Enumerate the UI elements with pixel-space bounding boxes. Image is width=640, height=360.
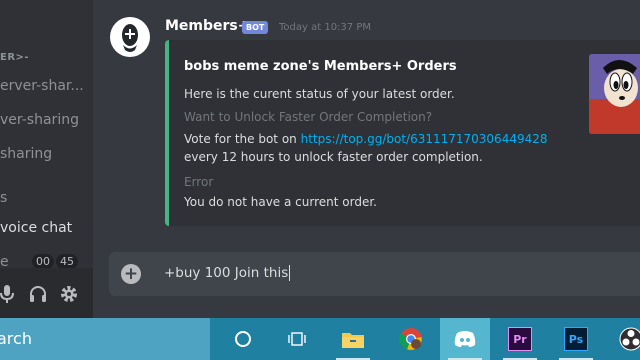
file-explorer-icon[interactable] — [328, 318, 378, 360]
text-caret — [289, 265, 291, 281]
message-input[interactable]: +buy 100 Join this — [164, 265, 291, 281]
task-view-icon[interactable] — [272, 318, 322, 360]
premiere-label: Pr — [508, 327, 532, 351]
message-input-value: +buy 100 Join this — [164, 265, 289, 281]
chat-area: Members+ BOT Today at 10:37 PM bobs meme… — [93, 0, 640, 318]
message-author[interactable]: Members+ — [165, 18, 250, 34]
photoshop-icon[interactable]: Ps — [551, 318, 601, 360]
sidebar-channel-3[interactable]: sharing — [0, 146, 52, 162]
vote-prefix: Vote for the bot on — [184, 132, 301, 146]
bot-avatar[interactable] — [110, 17, 150, 57]
embed-error-value: You do not have a current order. — [184, 195, 377, 209]
embed-vote-suffix: every 12 hours to unlock faster order co… — [184, 150, 483, 164]
gear-icon[interactable] — [58, 283, 80, 305]
chrome-icon[interactable] — [386, 318, 436, 360]
embed-field-name-error: Error — [184, 175, 214, 189]
embed-thumbnail[interactable] — [589, 54, 640, 134]
obs-icon[interactable] — [606, 318, 640, 360]
photoshop-label: Ps — [564, 327, 588, 351]
vote-link[interactable]: https://top.gg/bot/631117170306449428 — [301, 132, 548, 146]
voice-user-count: 00 — [32, 254, 54, 269]
embed-field-name-vote: Want to Unlock Faster Order Completion? — [184, 110, 433, 124]
channel-sidebar: ER>- erver-shar... ver-sharing sharing s… — [0, 0, 93, 318]
sidebar-voice-channel[interactable]: voice chat — [0, 220, 72, 236]
microphone-icon[interactable] — [0, 283, 18, 305]
attach-plus-button[interactable]: + — [121, 264, 141, 284]
sidebar-channel-1[interactable]: erver-shar... — [0, 78, 84, 94]
embed-vote-line: Vote for the bot on https://top.gg/bot/6… — [184, 132, 548, 146]
search-placeholder: arch — [0, 329, 32, 348]
discord-icon[interactable] — [440, 318, 490, 360]
taskbar-search-box[interactable]: arch — [0, 318, 210, 360]
bot-badge: BOT — [242, 21, 269, 34]
headphones-icon[interactable] — [27, 283, 49, 305]
premiere-icon[interactable]: Pr — [495, 318, 545, 360]
embed-description: Here is the curent status of your latest… — [184, 87, 455, 101]
message-input-box[interactable]: + +buy 100 Join this — [109, 252, 640, 296]
cartoon-thumbnail-image — [589, 54, 640, 134]
message-timestamp: Today at 10:37 PM — [279, 22, 371, 33]
members-plus-logo — [122, 24, 138, 52]
windows-taskbar: arch Pr Ps — [0, 318, 640, 360]
user-panel — [0, 268, 93, 318]
channel-category-header[interactable]: ER>- — [0, 52, 29, 63]
sidebar-channel-4[interactable]: s — [0, 190, 7, 206]
order-embed: bobs meme zone's Members+ Orders Here is… — [165, 40, 640, 226]
voice-user-limit: 45 — [56, 254, 78, 269]
embed-title: bobs meme zone's Members+ Orders — [184, 59, 457, 74]
sidebar-channel-2[interactable]: ver-sharing — [0, 112, 79, 128]
cortana-icon[interactable] — [218, 318, 268, 360]
